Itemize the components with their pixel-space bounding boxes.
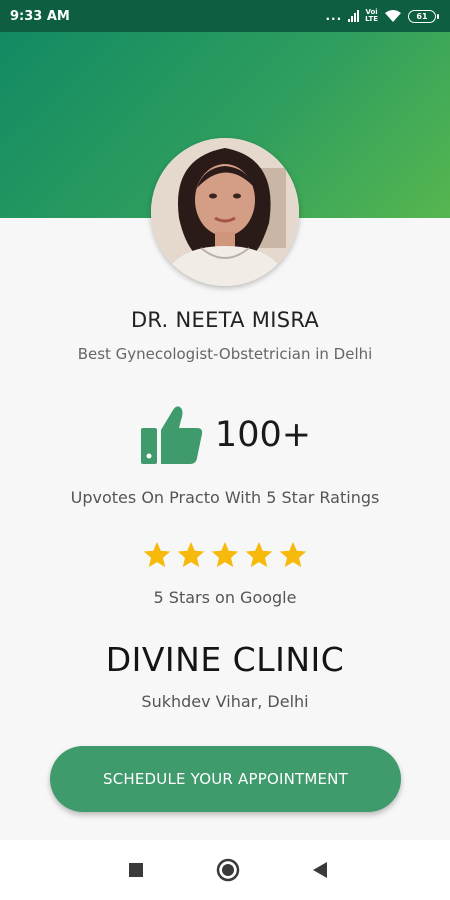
upvote-count: 100+ (214, 415, 312, 455)
nav-back-button[interactable] (308, 858, 332, 882)
triangle-back-icon (313, 862, 327, 878)
star-icon (177, 541, 205, 568)
signal-icon (348, 10, 360, 22)
clinic-name: DIVINE CLINIC (105, 640, 345, 679)
google-rating-label: 5 Stars on Google (153, 588, 297, 607)
status-icons: ... Voi LTE 61 (325, 9, 439, 23)
battery-level: 61 (416, 11, 428, 21)
doctor-avatar (151, 138, 299, 286)
upvote-label: Upvotes On Practo With 5 Star Ratings (70, 488, 380, 507)
rating-stars (0, 540, 450, 570)
circle-icon (216, 858, 240, 882)
network-type: Voi LTE (365, 9, 378, 23)
status-time: 9:33 AM (10, 8, 70, 24)
battery-icon: 61 (408, 9, 439, 23)
status-bar: 9:33 AM ... Voi LTE 61 (0, 0, 450, 32)
doctor-title: Best Gynecologist-Obstetrician in Delhi (77, 345, 373, 363)
clinic-location: Sukhdev Vihar, Delhi (141, 692, 309, 711)
wifi-icon (385, 10, 401, 22)
schedule-appointment-button[interactable]: SCHEDULE YOUR APPOINTMENT (50, 746, 401, 812)
thumbs-up-icon (140, 406, 203, 464)
network-label-bottom: LTE (365, 15, 378, 23)
square-icon (129, 863, 143, 877)
star-icon (143, 541, 171, 568)
doctor-photo (151, 138, 299, 286)
notification-dots: ... (325, 9, 343, 23)
upvote-row: 100+ (0, 400, 450, 470)
nav-home-button[interactable] (216, 858, 240, 882)
system-nav-bar (0, 840, 450, 900)
star-icon (279, 541, 307, 568)
star-icon (211, 541, 239, 568)
star-icon (245, 541, 273, 568)
doctor-name: DR. NEETA MISRA (130, 308, 320, 332)
nav-recent-apps-button[interactable] (124, 858, 148, 882)
